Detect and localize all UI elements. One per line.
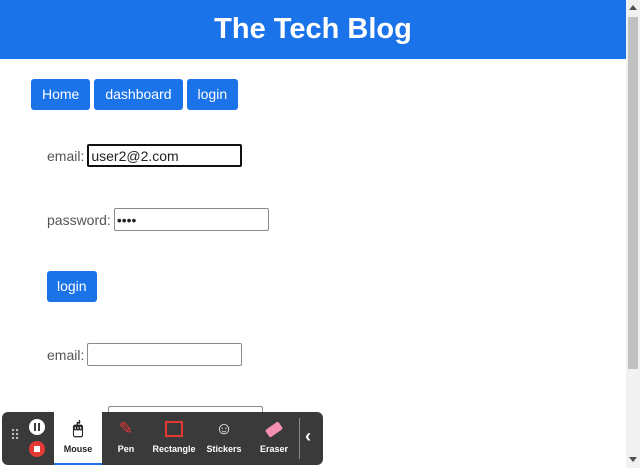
signup-email-label: email: bbox=[47, 346, 85, 363]
nav-dashboard-button[interactable]: dashboard bbox=[94, 79, 183, 110]
drag-handle-icon[interactable]: ⠿ bbox=[10, 428, 20, 442]
nav-login-button[interactable]: login bbox=[186, 79, 239, 110]
page-scrollbar[interactable] bbox=[626, 0, 640, 468]
site-header: The Tech Blog bbox=[0, 0, 626, 59]
main-nav: Home dashboard login bbox=[31, 79, 239, 110]
annotation-toolbar: ⠿ 🖱 Mouse ✎ Pen Rectangle ☺ Stickers Era… bbox=[2, 412, 323, 465]
site-title: The Tech Blog bbox=[214, 13, 412, 45]
toolbar-divider bbox=[299, 418, 300, 459]
tool-eraser-label: Eraser bbox=[259, 444, 289, 454]
tool-stickers-label: Stickers bbox=[206, 444, 242, 454]
stop-record-icon[interactable] bbox=[29, 441, 45, 457]
scroll-up-icon[interactable] bbox=[629, 5, 637, 10]
scrollbar-thumb[interactable] bbox=[628, 17, 638, 369]
tool-rectangle[interactable]: Rectangle bbox=[150, 412, 198, 465]
tool-eraser[interactable]: Eraser bbox=[250, 412, 298, 465]
pen-icon: ✎ bbox=[118, 419, 134, 438]
login-password-label: password: bbox=[47, 211, 111, 228]
login-password-input[interactable] bbox=[113, 208, 269, 231]
login-password-row: password: bbox=[47, 208, 269, 231]
tool-pen-label: Pen bbox=[117, 444, 135, 454]
login-email-row: email: bbox=[47, 144, 243, 167]
nav-home-button[interactable]: Home bbox=[31, 79, 91, 110]
tool-rectangle-label: Rectangle bbox=[152, 444, 196, 454]
collapse-chevron-icon[interactable]: ‹ bbox=[305, 426, 311, 447]
pause-icon[interactable] bbox=[29, 419, 45, 435]
tool-stickers[interactable]: ☺ Stickers bbox=[200, 412, 248, 465]
login-email-label: email: bbox=[47, 147, 85, 164]
tool-pen[interactable]: ✎ Pen bbox=[102, 412, 150, 465]
tool-mouse[interactable]: 🖱 Mouse bbox=[54, 412, 102, 465]
sticker-smiley-icon: ☺ bbox=[215, 419, 233, 438]
scroll-down-icon[interactable] bbox=[629, 457, 637, 462]
mouse-cursor-icon: 🖱 bbox=[72, 419, 84, 438]
signup-email-row: email: bbox=[47, 343, 243, 366]
login-submit-button[interactable]: login bbox=[47, 271, 97, 302]
eraser-icon bbox=[264, 418, 284, 440]
signup-email-input[interactable] bbox=[87, 343, 243, 366]
login-email-input[interactable] bbox=[87, 144, 243, 167]
tool-mouse-label: Mouse bbox=[63, 444, 93, 454]
rectangle-icon bbox=[165, 418, 183, 440]
